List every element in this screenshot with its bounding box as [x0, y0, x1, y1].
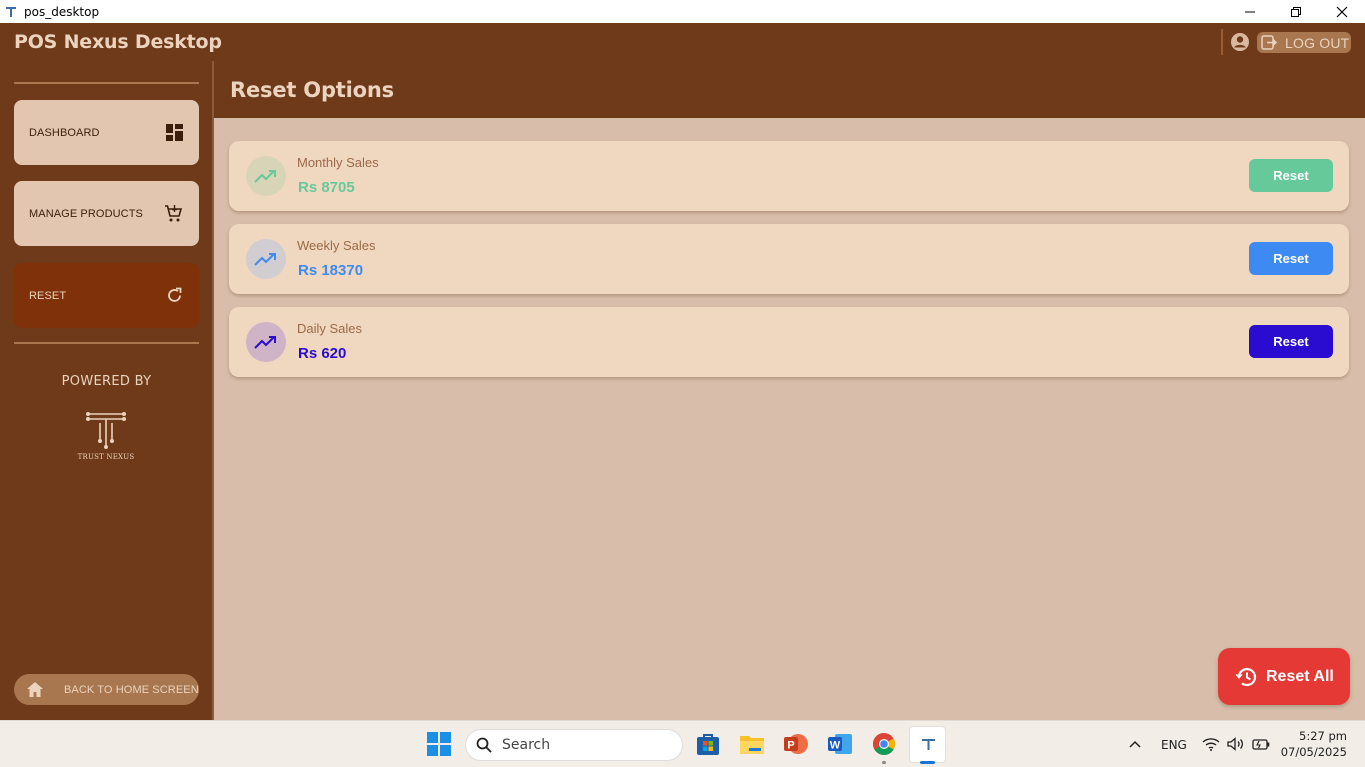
reset-daily-button[interactable]: Reset [1249, 325, 1333, 358]
cart-icon [165, 205, 183, 222]
header-divider [1221, 29, 1223, 55]
reset-all-label: Reset All [1266, 667, 1334, 685]
sidebar-item-reset[interactable]: RESET [14, 263, 199, 328]
refresh-icon [168, 287, 182, 302]
active-app-indicator [920, 761, 935, 764]
app-header: POS Nexus Desktop LOG OUT [0, 23, 1365, 61]
word-icon[interactable]: W [827, 731, 853, 757]
reset-all-button[interactable]: Reset All [1218, 648, 1350, 705]
window-title: pos_desktop [24, 4, 100, 19]
sidebar-separator [212, 61, 214, 720]
monthly-sales-card: Monthly Sales Rs 8705 Reset [229, 141, 1349, 211]
powered-by-label: POWERED BY [61, 374, 152, 389]
daily-sales-card: Daily Sales Rs 620 Reset [229, 307, 1349, 377]
clock-time: 5:27 pm [1299, 729, 1347, 743]
search-placeholder: Search [502, 737, 551, 753]
battery-icon[interactable] [1251, 731, 1271, 757]
card-title: Weekly Sales [297, 238, 376, 253]
sidebar-item-label: RESET [29, 289, 67, 302]
file-explorer-icon[interactable] [739, 731, 765, 757]
taskbar-search[interactable]: Search [465, 729, 683, 761]
weekly-sales-card: Weekly Sales Rs 18370 Reset [229, 224, 1349, 294]
history-icon [1235, 667, 1257, 686]
dashboard-icon [166, 124, 183, 141]
chevron-up-icon[interactable] [1125, 731, 1145, 757]
windows-start-icon[interactable] [426, 731, 452, 757]
account-icon[interactable] [1230, 32, 1250, 52]
back-to-home-button[interactable]: BACK TO HOME SCREEN [14, 674, 199, 705]
language-indicator[interactable]: ENG [1161, 738, 1187, 752]
taskbar: Search P W ENG 5:27 pm 07/05/2025 [0, 720, 1365, 767]
reset-weekly-button[interactable]: Reset [1249, 242, 1333, 275]
volume-icon[interactable] [1226, 731, 1246, 757]
svg-text:W: W [830, 740, 841, 752]
maximize-button[interactable] [1273, 0, 1319, 23]
sidebar-item-label: MANAGE PRODUCTS [29, 207, 143, 220]
sidebar-item-manage-products[interactable]: MANAGE PRODUCTS [14, 181, 199, 246]
page-header: Reset Options [214, 61, 1365, 118]
trending-up-icon [246, 156, 286, 196]
pos-app-taskbar-button[interactable] [909, 726, 946, 763]
page-title: Reset Options [230, 78, 394, 102]
clock-date: 07/05/2025 [1280, 745, 1347, 759]
sidebar-item-label: DASHBOARD [29, 126, 100, 139]
logout-icon [1261, 35, 1278, 50]
logo-text: TRUST NEXUS [77, 453, 135, 461]
card-title: Monthly Sales [297, 155, 379, 170]
wifi-icon[interactable] [1201, 731, 1221, 757]
trending-up-icon [246, 239, 286, 279]
card-amount: Rs 620 [298, 345, 347, 362]
card-amount: Rs 8705 [298, 179, 355, 196]
sidebar-item-dashboard[interactable]: DASHBOARD [14, 100, 199, 165]
app-brand: POS Nexus Desktop [14, 31, 222, 53]
powerpoint-icon[interactable]: P [783, 731, 809, 757]
home-icon [27, 682, 43, 697]
pos-app-icon [922, 739, 935, 750]
app-icon [5, 6, 17, 18]
taskbar-clock[interactable]: 5:27 pm 07/05/2025 [1281, 728, 1347, 760]
card-amount: Rs 18370 [298, 262, 364, 279]
close-window-button[interactable] [1319, 0, 1365, 23]
logout-button[interactable]: LOG OUT [1257, 32, 1351, 53]
sidebar-divider [14, 82, 199, 84]
sidebar-divider [14, 342, 199, 344]
search-icon [476, 737, 492, 753]
card-title: Daily Sales [297, 321, 363, 336]
chrome-icon[interactable] [871, 731, 897, 757]
logout-label: LOG OUT [1285, 34, 1350, 51]
chrome-running-indicator [882, 761, 886, 764]
store-icon[interactable] [695, 731, 721, 757]
minimize-button[interactable] [1227, 0, 1273, 23]
window-titlebar: pos_desktop [0, 0, 1365, 23]
svg-text:P: P [787, 740, 794, 752]
sidebar: DASHBOARD MANAGE PRODUCTS RESET POWERED … [0, 61, 213, 720]
reset-monthly-button[interactable]: Reset [1249, 159, 1333, 192]
trending-up-icon [246, 322, 286, 362]
back-to-home-label: BACK TO HOME SCREEN [64, 683, 199, 696]
trust-nexus-logo: TRUST NEXUS [76, 409, 136, 463]
